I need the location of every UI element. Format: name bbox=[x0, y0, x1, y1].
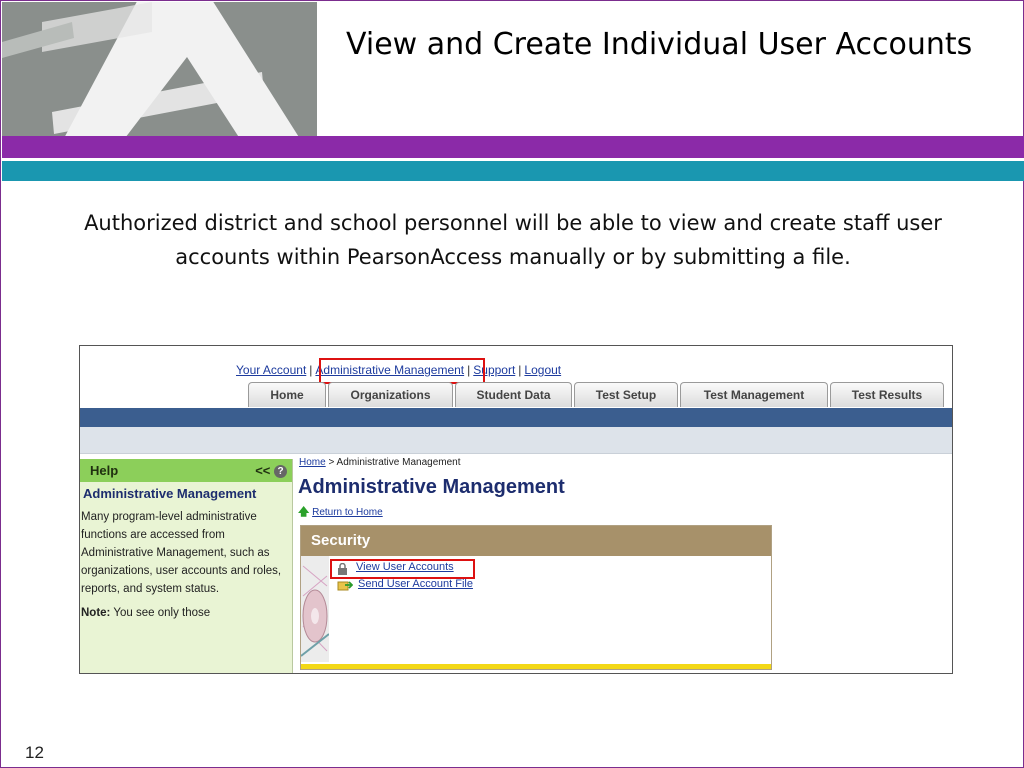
help-header: Help << ? bbox=[80, 459, 292, 482]
violin-graphic bbox=[301, 556, 329, 662]
help-note-text: You see only those bbox=[113, 607, 211, 619]
embedded-screenshot: Your Account | Administrative Management | S… bbox=[79, 345, 953, 674]
teal-band bbox=[2, 161, 1024, 181]
send-user-account-file-link[interactable]: Send User Account File bbox=[358, 578, 473, 590]
breadcrumb-separator: > bbox=[328, 457, 335, 468]
tab-home[interactable]: Home bbox=[248, 382, 326, 407]
return-to-home: 🡅 Return to Home bbox=[298, 503, 383, 522]
send-file-icon bbox=[337, 578, 354, 596]
up-arrow-icon: 🡅 bbox=[298, 506, 310, 518]
help-title: Administrative Management bbox=[83, 486, 257, 501]
purple-band bbox=[2, 136, 1024, 158]
tab-test-management[interactable]: Test Management bbox=[680, 382, 828, 407]
security-footer-bar bbox=[301, 664, 771, 669]
question-icon[interactable]: ? bbox=[274, 465, 287, 479]
tab-organizations[interactable]: Organizations bbox=[328, 382, 453, 407]
breadcrumb: Home > Administrative Management bbox=[299, 457, 461, 468]
logo bbox=[2, 2, 317, 136]
view-user-accounts-link[interactable]: View User Accounts bbox=[356, 561, 454, 573]
nav-bar bbox=[80, 408, 952, 427]
help-body: Many program-level administrative functi… bbox=[80, 502, 292, 622]
security-panel: Security View User Accounts Send User Ac… bbox=[300, 525, 772, 670]
breadcrumb-home-link[interactable]: Home bbox=[299, 457, 326, 468]
help-body-text: Many program-level administrative functi… bbox=[81, 511, 282, 595]
decorative-graphic bbox=[301, 556, 329, 662]
logo-a-graphic bbox=[2, 2, 317, 136]
help-collapse-label: << bbox=[255, 463, 271, 478]
help-note-label: Note: bbox=[81, 607, 111, 619]
help-note: Note: You see only those bbox=[81, 604, 291, 622]
slide-title: View and Create Individual User Accounts bbox=[346, 27, 973, 62]
help-header-label: Help bbox=[90, 463, 119, 478]
tab-test-results[interactable]: Test Results bbox=[830, 382, 944, 407]
sub-bar bbox=[80, 427, 952, 454]
slide: View and Create Individual User Accounts… bbox=[0, 0, 1024, 768]
help-panel: Help << ? Administrative Management Many… bbox=[80, 459, 293, 673]
return-to-home-link[interactable]: Return to Home bbox=[312, 507, 383, 518]
help-collapse-button[interactable]: << ? bbox=[255, 459, 287, 482]
admin-link-highlight bbox=[319, 358, 485, 384]
security-header: Security bbox=[301, 526, 771, 556]
page-number: 12 bbox=[25, 743, 44, 762]
tab-student-data[interactable]: Student Data bbox=[455, 382, 572, 407]
breadcrumb-current: Administrative Management bbox=[336, 457, 461, 468]
your-account-link[interactable]: Your Account bbox=[236, 363, 306, 377]
slide-body-text: Authorized district and school personnel… bbox=[84, 211, 942, 269]
logout-link[interactable]: Logout bbox=[524, 363, 561, 377]
page-title: Administrative Management bbox=[298, 476, 565, 498]
tab-test-setup[interactable]: Test Setup bbox=[574, 382, 678, 407]
